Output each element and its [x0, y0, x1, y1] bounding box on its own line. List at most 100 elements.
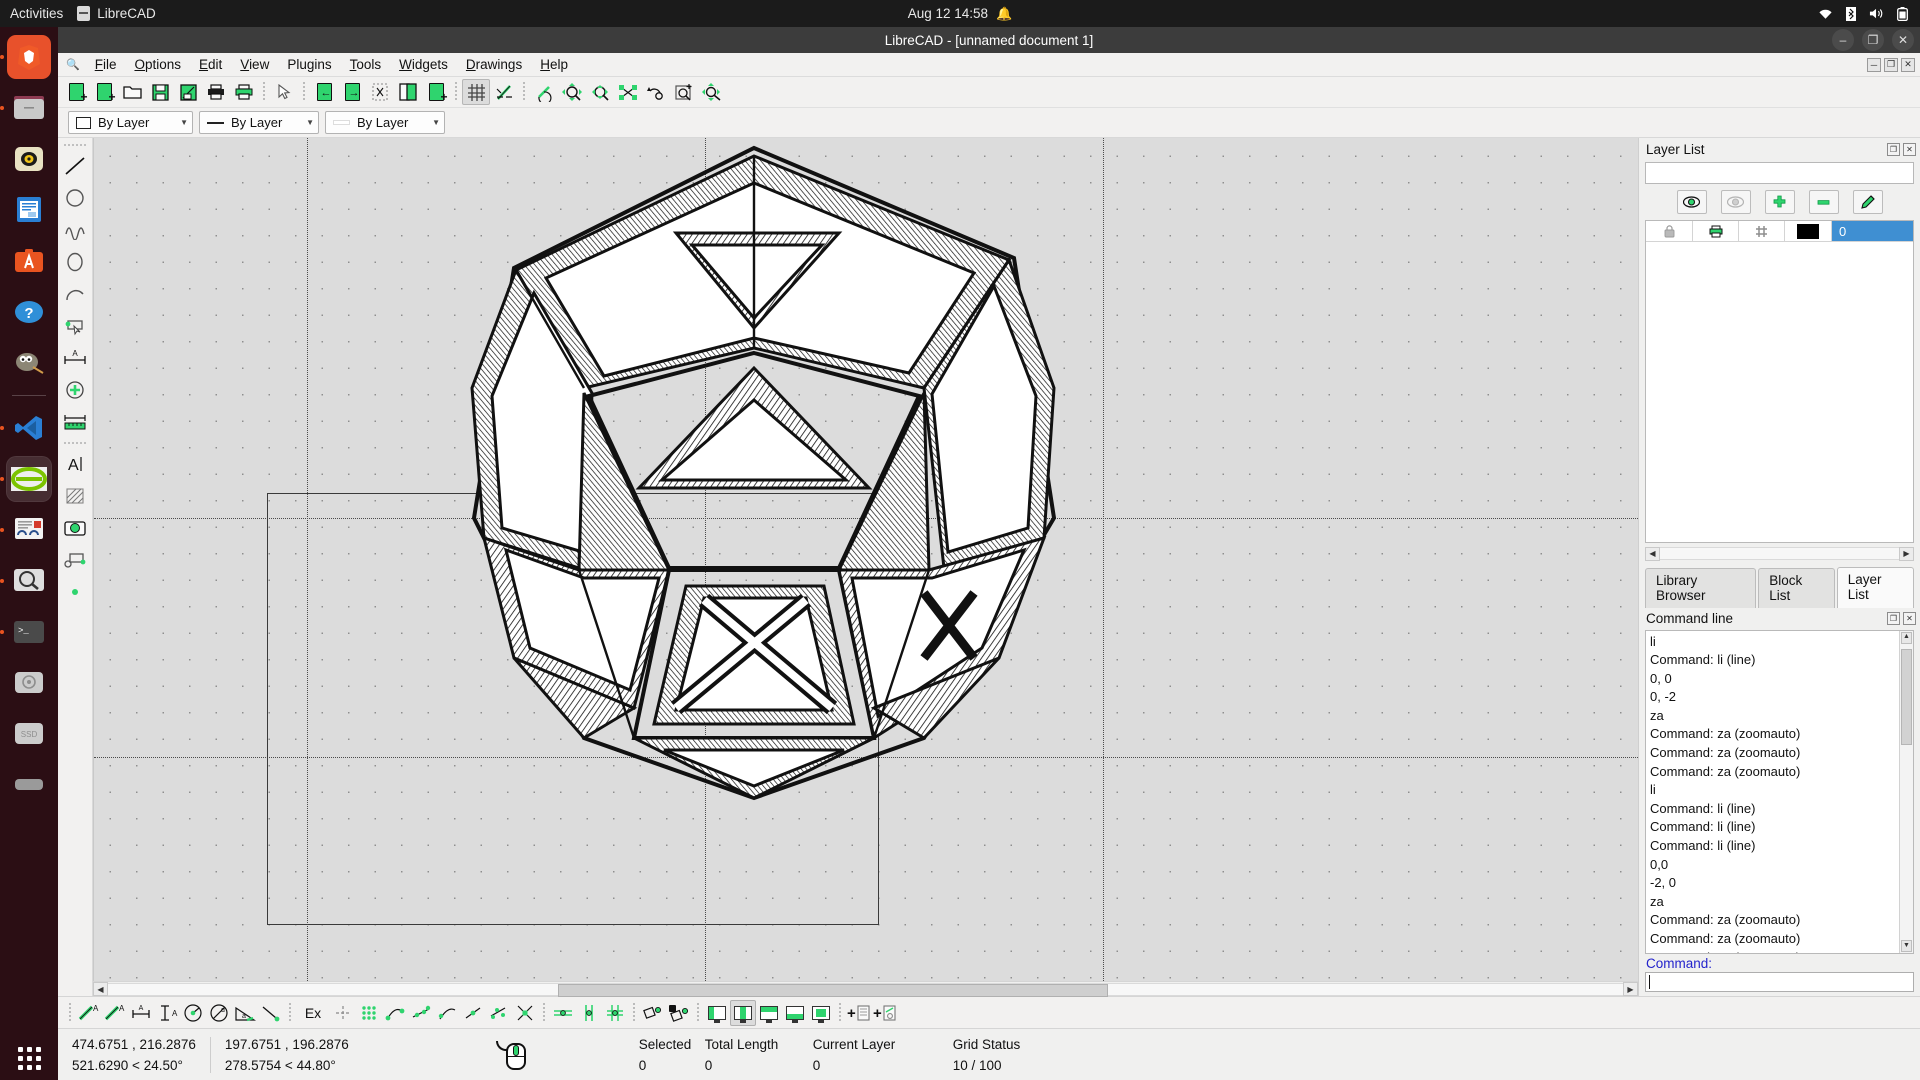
- redraw-icon[interactable]: [530, 79, 558, 105]
- dock-item-help[interactable]: ?: [7, 290, 51, 334]
- tab-library-browser[interactable]: Library Browser: [1645, 567, 1757, 608]
- snap-grid-icon[interactable]: [356, 1000, 382, 1026]
- save-as-icon[interactable]: [174, 79, 202, 105]
- dock-item-document-viewer[interactable]: [7, 508, 51, 552]
- cut-icon[interactable]: [366, 79, 394, 105]
- color-combo[interactable]: By Layer ▼: [68, 111, 193, 134]
- spline-tool-icon[interactable]: [61, 218, 89, 242]
- float-panel-icon[interactable]: ❐: [1887, 142, 1900, 156]
- minimize-document-button[interactable]: ─: [1867, 57, 1881, 72]
- select-tool-icon[interactable]: [61, 314, 89, 338]
- dock-item-external-drive[interactable]: [7, 763, 51, 807]
- zoom-previous-icon[interactable]: [642, 79, 670, 105]
- drawing-canvas[interactable]: Owner Project Revision Part Page # Drawn…: [93, 138, 1638, 981]
- dock-item-files[interactable]: [7, 86, 51, 130]
- snap-panel-center-icon[interactable]: [730, 999, 756, 1026]
- snap-distance-icon[interactable]: [486, 1000, 512, 1026]
- menu-drawings[interactable]: Drawings: [457, 55, 531, 74]
- canvas-horizontal-scrollbar[interactable]: ◀ ▶: [93, 981, 1638, 997]
- dim-angular-icon[interactable]: a: [232, 1000, 258, 1026]
- scroll-track[interactable]: [108, 982, 1623, 997]
- dim-horizontal-icon[interactable]: A: [128, 1000, 154, 1026]
- zoom-window-icon[interactable]: [670, 79, 698, 105]
- command-history-log[interactable]: ▲ ▼ li Command: li (line) 0, 0 0, -2 za Comma…: [1645, 629, 1914, 954]
- snap-on-entity-icon[interactable]: [408, 1000, 434, 1026]
- snap-panel-fill-icon[interactable]: [808, 1000, 834, 1026]
- dim-linear-icon[interactable]: A: [102, 1000, 128, 1026]
- menu-edit[interactable]: Edit: [190, 55, 231, 74]
- minimize-button[interactable]: –: [1832, 29, 1854, 51]
- linetype-combo[interactable]: By Layer ▼: [199, 111, 319, 134]
- dim-vertical-icon[interactable]: A: [154, 1000, 180, 1026]
- menu-view[interactable]: View: [231, 55, 278, 74]
- menu-help[interactable]: Help: [531, 55, 577, 74]
- line-tool-icon[interactable]: [61, 154, 89, 178]
- undo-icon[interactable]: ←: [310, 79, 338, 105]
- snap-middle-icon[interactable]: [460, 1000, 486, 1026]
- linewidth-combo[interactable]: By Layer ▼: [325, 111, 445, 134]
- command-scroll-thumb[interactable]: [1901, 648, 1912, 745]
- tab-layer-list[interactable]: Layer List: [1836, 566, 1914, 608]
- print-preview-icon[interactable]: [230, 79, 258, 105]
- text-tool-icon[interactable]: A: [61, 452, 89, 476]
- open-file-icon[interactable]: [118, 79, 146, 105]
- topbar-app-menu[interactable]: LibreCAD: [77, 6, 156, 21]
- hide-all-layers-button[interactable]: [1720, 190, 1751, 214]
- dock-item-ssd-drive[interactable]: SSD: [7, 712, 51, 756]
- scroll-left-arrow-icon[interactable]: ◀: [93, 982, 108, 996]
- layer-table[interactable]: 0: [1645, 220, 1914, 543]
- remove-layer-button[interactable]: [1808, 190, 1839, 214]
- dock-item-libreoffice-writer[interactable]: [7, 188, 51, 232]
- restore-document-button[interactable]: ❐: [1884, 57, 1898, 72]
- print-icon[interactable]: [202, 79, 230, 105]
- snap-panel-bottom-icon[interactable]: [782, 1000, 808, 1026]
- system-tray[interactable]: [1818, 6, 1908, 21]
- lock-relative-zero-icon[interactable]: [666, 1000, 692, 1026]
- command-scroll-down-icon[interactable]: ▼: [1901, 940, 1912, 952]
- command-scroll-up-icon[interactable]: ▲: [1901, 631, 1912, 644]
- new-from-template-icon[interactable]: +: [90, 79, 118, 105]
- zoom-pan-icon[interactable]: [698, 79, 726, 105]
- hatch-tool-icon[interactable]: [61, 484, 89, 508]
- dock-item-ubuntu-software[interactable]: [7, 239, 51, 283]
- point-tool-icon[interactable]: [61, 580, 89, 604]
- show-applications-button[interactable]: [7, 1036, 51, 1080]
- close-document-button[interactable]: ✕: [1901, 57, 1915, 72]
- modify-tool-icon[interactable]: [61, 378, 89, 402]
- dock-item-rhythmbox[interactable]: [7, 137, 51, 181]
- snap-extension-label[interactable]: Ex: [296, 1000, 330, 1026]
- scroll-right-arrow-icon[interactable]: ▶: [1623, 982, 1638, 996]
- copy-icon[interactable]: [394, 79, 422, 105]
- menu-file[interactable]: File: [86, 55, 126, 74]
- redo-icon[interactable]: →: [338, 79, 366, 105]
- measure-tool-icon[interactable]: [61, 410, 89, 434]
- dim-aligned-icon[interactable]: A: [76, 1000, 102, 1026]
- save-file-icon[interactable]: [146, 79, 174, 105]
- search-icon[interactable]: 🔍: [58, 58, 86, 71]
- restrict-horizontal-icon[interactable]: [550, 1000, 576, 1026]
- arc-tool-icon[interactable]: [61, 282, 89, 306]
- tab-block-list[interactable]: Block List: [1758, 567, 1835, 608]
- dim-radial-icon[interactable]: [180, 1000, 206, 1026]
- float-panel-icon[interactable]: ❐: [1887, 612, 1900, 625]
- image-tool-icon[interactable]: [61, 516, 89, 540]
- edit-layer-button[interactable]: [1852, 190, 1883, 214]
- layer-search-input[interactable]: [1645, 162, 1914, 184]
- dock-item-librecad[interactable]: [7, 457, 51, 501]
- snap-free-icon[interactable]: [330, 1000, 356, 1026]
- close-button[interactable]: ✕: [1892, 29, 1914, 51]
- snap-panel-top-icon[interactable]: [756, 1000, 782, 1026]
- restrict-vertical-icon[interactable]: [576, 1000, 602, 1026]
- menu-plugins[interactable]: Plugins: [278, 55, 340, 74]
- layer-panel-horizontal-scrollbar[interactable]: ◀ ▶: [1645, 546, 1914, 561]
- close-panel-icon[interactable]: ✕: [1903, 142, 1916, 156]
- select-pointer-icon[interactable]: [270, 79, 298, 105]
- zoom-in-icon[interactable]: [558, 79, 586, 105]
- circle-tool-icon[interactable]: [61, 186, 89, 210]
- activities-button[interactable]: Activities: [0, 6, 77, 21]
- relative-zero-icon[interactable]: [640, 1000, 666, 1026]
- scroll-thumb[interactable]: [558, 983, 1108, 997]
- restrict-ortho-icon[interactable]: [602, 1000, 628, 1026]
- block-tool-icon[interactable]: [61, 548, 89, 572]
- snap-intersection-icon[interactable]: [512, 1000, 538, 1026]
